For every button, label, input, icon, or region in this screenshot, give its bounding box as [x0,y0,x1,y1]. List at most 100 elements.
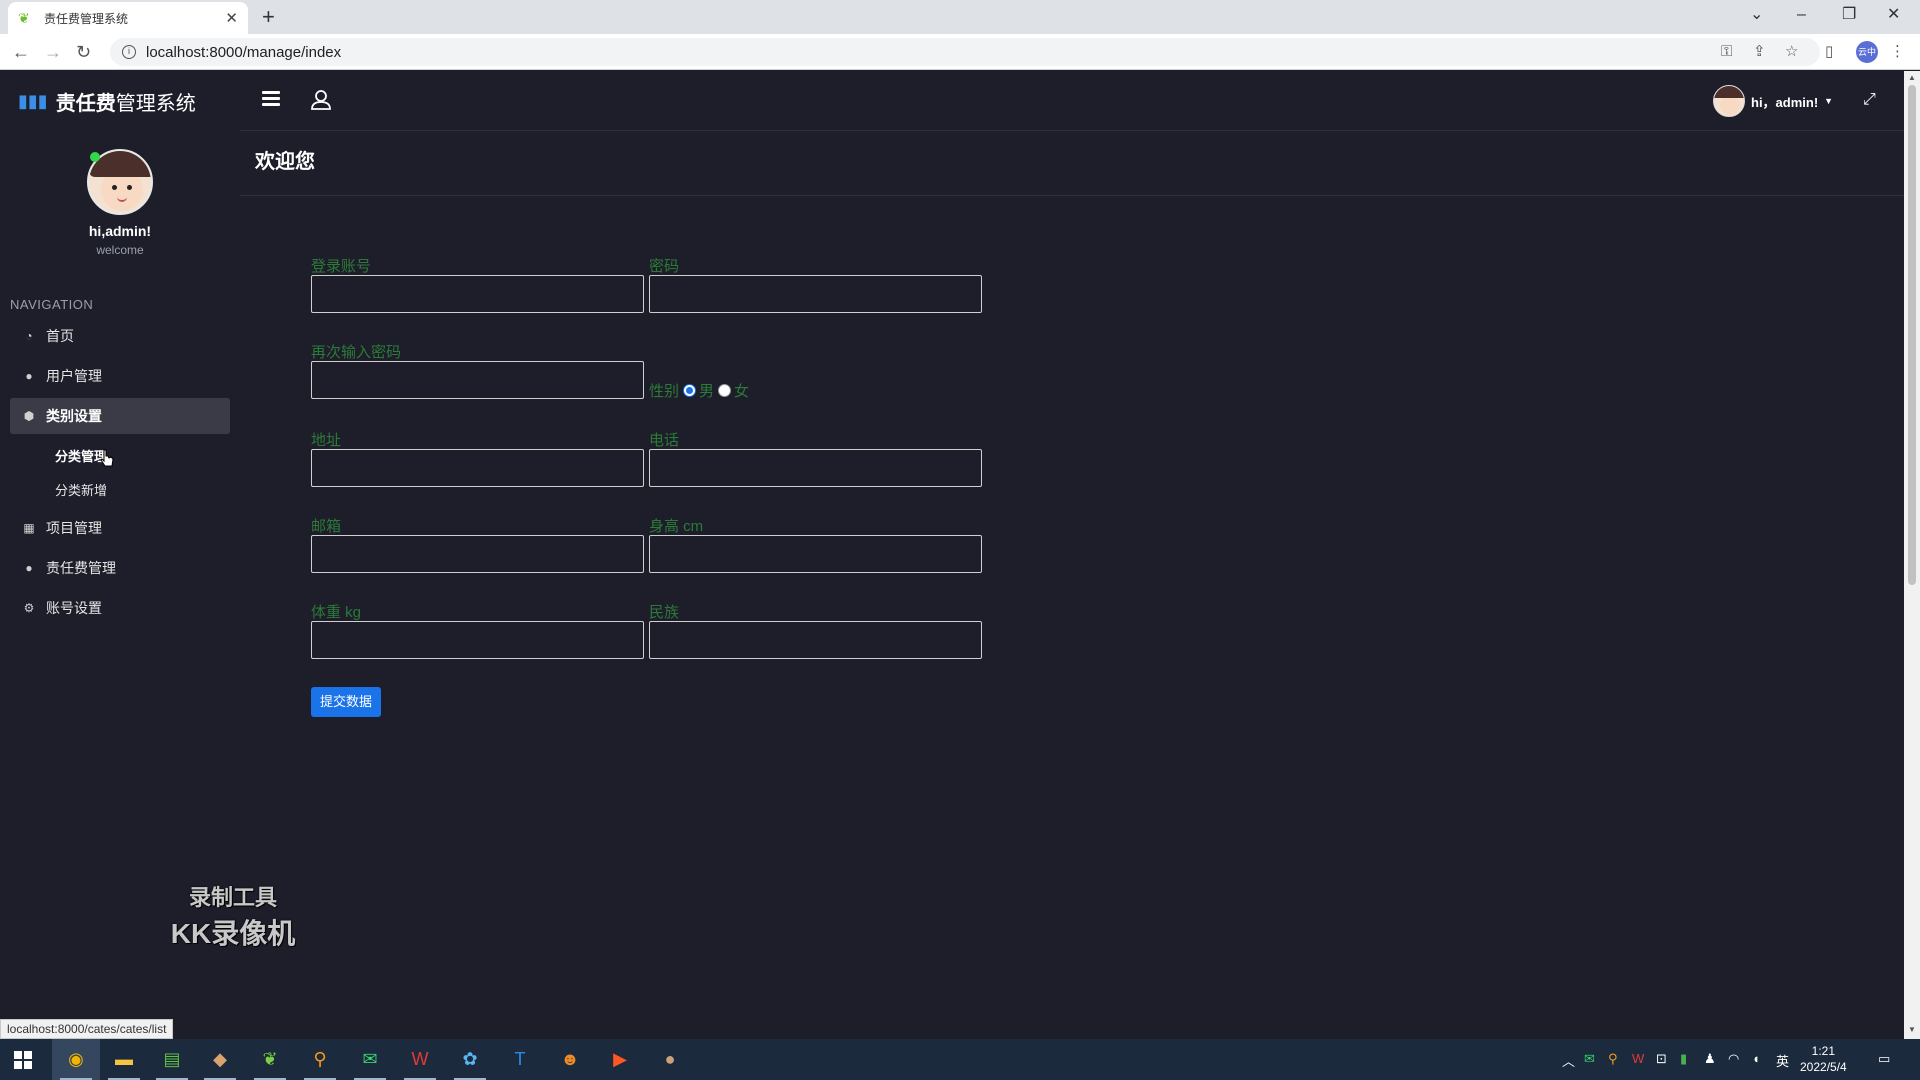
submit-button[interactable]: 提交数据 [311,687,382,717]
sidebar-subitem-category-manage[interactable]: 分类管理 [10,438,230,472]
leaf-icon: ❦ [18,10,30,26]
email-label: 邮箱 [311,518,342,535]
browser-tab[interactable]: ❦ 责任费管理系统 ✕ [8,2,248,34]
brand-logo[interactable]: ▮▮▮ 责任费 管理系统 [0,71,240,131]
online-status-icon [90,152,100,162]
side-panel-icon[interactable]: ▯ [1825,42,1833,62]
tab-search-icon[interactable]: ⌄ [1750,2,1763,28]
share-icon[interactable]: ⇪ [1753,42,1766,62]
close-tab-icon[interactable]: ✕ [225,9,238,27]
sidebar-subitem-category-add[interactable]: 分类新增 [10,472,230,506]
ethnicity-label: 民族 [649,604,680,621]
tray-wifi-icon[interactable]: ◠ [1728,1051,1739,1067]
tray-search-icon[interactable]: ⚲ [1608,1051,1618,1067]
restore-icon[interactable]: ❐ [1842,2,1856,28]
sidebar-user-name: hi,admin! [88,223,152,239]
windows-start-icon[interactable] [14,1051,32,1069]
email-input[interactable] [311,535,644,573]
menu-toggle-icon[interactable] [262,91,280,107]
main-content: 欢迎您 登录账号 密码 再次输入密码 性别 男 女 地址 电话 邮箱 身高 cm… [240,131,1904,1039]
scroll-down-icon[interactable]: ▼ [1908,1025,1916,1034]
gender-male-radio[interactable] [683,384,697,397]
tiger-app-taskbar-icon[interactable]: ◆ [196,1039,244,1080]
avatar [1713,85,1745,117]
gender-label: 性别 [649,383,680,400]
user-icon: ● [25,369,33,383]
sidebar-item-label: 账号设置 [46,600,102,616]
tray-device-icon[interactable]: ⊡ [1656,1051,1667,1067]
sidebar-item-label: 用户管理 [46,368,102,384]
clock-date: 2022/5/4 [1800,1060,1847,1074]
ethnicity-input[interactable] [649,621,982,659]
new-tab-button[interactable]: + [262,4,275,30]
tray-battery-icon[interactable]: ▮ [1680,1051,1687,1067]
profile-avatar[interactable]: 云中 [1856,41,1878,63]
back-icon[interactable]: ← [12,40,30,64]
tray-ime-indicator[interactable]: 英 [1776,1051,1789,1070]
sidebar-user-welcome: welcome [96,243,144,257]
file-explorer-taskbar-icon[interactable]: ▬ [100,1039,148,1080]
tray-qq-icon[interactable]: ♟ [1704,1051,1716,1067]
height-label: 身高 cm [649,518,704,535]
sidebar-item-projects[interactable]: ▦ 项目管理 [10,510,230,546]
password-label: 密码 [649,258,680,275]
tab-title: 责任费管理系统 [44,11,129,26]
close-window-icon[interactable]: ✕ [1887,2,1900,28]
scrollbar-thumb[interactable] [1908,85,1916,585]
sidebar-subitem-label: 分类新增 [55,482,108,498]
tray-wps-icon[interactable]: W [1632,1051,1644,1066]
sidebar-item-label: 首页 [46,328,74,344]
wechat-taskbar-icon[interactable]: ✉ [346,1039,394,1080]
divider [240,195,1904,196]
video-app-taskbar-icon[interactable]: ▶ [596,1039,644,1080]
sidebar-item-users[interactable]: ● 用户管理 [10,358,230,394]
system-clock[interactable]: 1:21 2022/5/4 [1800,1043,1847,1075]
scroll-up-icon[interactable]: ▲ [1908,73,1916,82]
minimize-icon[interactable]: – [1797,2,1806,28]
weight-input[interactable] [311,621,644,659]
grid-icon: ▦ [23,521,35,535]
tray-wechat-icon[interactable]: ✉ [1584,1051,1595,1067]
reload-icon[interactable]: ↻ [76,40,91,64]
avatar-app-taskbar-icon[interactable]: ● [646,1039,694,1080]
header-user-menu[interactable]: hi，admin! ▼ [1713,85,1833,117]
url-field[interactable]: i localhost:8000/manage/index [110,38,1820,66]
user-outline-icon[interactable] [310,89,332,111]
search-app-taskbar-icon[interactable]: ⚲ [296,1039,344,1080]
password-input[interactable] [649,275,982,313]
browser-menu-icon[interactable]: ⋮ [1890,42,1905,62]
forward-icon[interactable]: → [44,40,62,64]
gender-male-label: 男 [699,383,715,400]
password-again-input[interactable] [311,361,644,399]
mouse-pointer-icon [100,449,114,467]
recorder-taskbar-icon[interactable]: ☻ [546,1039,594,1080]
sidebar-item-category-settings[interactable]: ⬢ 类别设置 [10,398,230,434]
brand-bold: 责任费 [55,92,116,115]
url-text: localhost:8000/manage/index [146,43,342,61]
gear-icon: ⚙ [23,601,35,615]
tray-expand-icon[interactable]: ︿ [1562,1051,1575,1070]
pinwheel-app-taskbar-icon[interactable]: ✿ [446,1039,494,1080]
phone-input[interactable] [649,449,982,487]
sidebar-item-account[interactable]: ⚙ 账号设置 [10,590,230,626]
height-input[interactable] [649,535,982,573]
bar-chart-icon: ▮▮▮ [18,90,48,111]
typora-taskbar-icon[interactable]: T [496,1039,544,1080]
fullscreen-icon[interactable]: ⤢ [1863,91,1876,109]
gender-female-radio[interactable] [718,384,732,397]
account-input[interactable] [311,275,644,313]
sidebar-item-home[interactable]: ◔ 首页 [10,318,230,354]
notification-icon[interactable]: ▭ [1878,1051,1890,1067]
site-info-icon[interactable]: i [122,45,136,59]
browser-tab-strip: ❦ 责任费管理系统 ✕ + ⌄ – ❐ ✕ [0,0,1920,34]
sidebar-item-fees[interactable]: ● 责任费管理 [10,550,230,586]
address-input[interactable] [311,449,644,487]
leaf-app-taskbar-icon[interactable]: ❦ [246,1039,294,1080]
key-icon[interactable]: ⚿ [1721,42,1732,62]
wps-taskbar-icon[interactable]: W [396,1039,444,1080]
tray-volume-icon[interactable]: ◖ [1752,1051,1760,1066]
page-scrollbar[interactable]: ▲ ▼ [1904,71,1920,1039]
notepad-taskbar-icon[interactable]: ▤ [148,1039,196,1080]
chrome-taskbar-icon[interactable]: ◉ [52,1039,100,1080]
bookmark-star-icon[interactable]: ☆ [1785,42,1798,62]
